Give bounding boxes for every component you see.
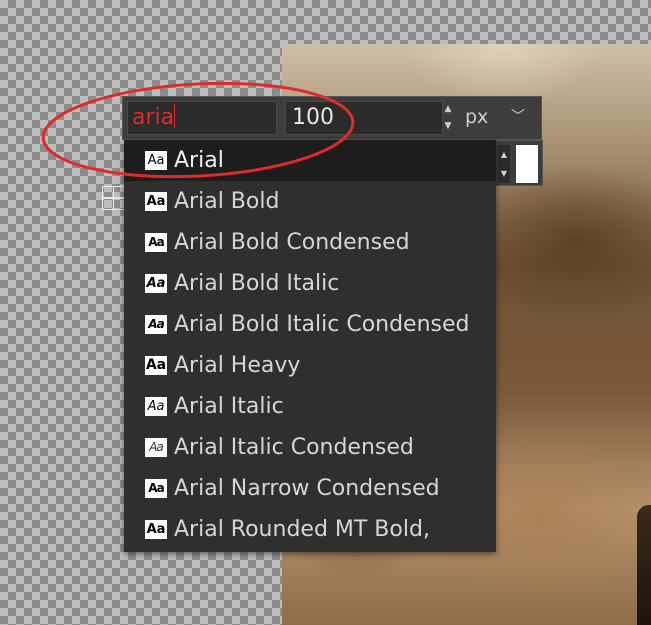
font-list-item-label: Arial Heavy: [174, 353, 301, 378]
font-name-value: aria: [132, 105, 175, 130]
size-spinner[interactable]: ▲ ▼: [441, 101, 455, 135]
font-preview-icon: Aa: [145, 356, 167, 375]
font-suggestion-dropdown: Aa Arial Aa Arial Bold Aa Arial Bold Condense…: [124, 140, 496, 552]
color-swatch-area: ▲ ▼: [495, 140, 543, 186]
up-triangle-icon[interactable]: ▲: [441, 101, 455, 118]
font-list-item[interactable]: Aa Arial Bold Condensed: [124, 222, 496, 263]
font-size-value: 100: [292, 105, 334, 130]
font-preview-icon: Aa: [145, 479, 167, 498]
font-list-item[interactable]: Aa Arial Heavy: [124, 345, 496, 386]
font-preview-icon: Aa: [145, 438, 167, 457]
text-color-swatch[interactable]: [516, 145, 538, 183]
text-tool-options-bar: aria 100 ▲ ▼ px ﹀: [122, 96, 542, 140]
unit-select[interactable]: px ﹀: [459, 101, 537, 135]
font-list-item[interactable]: Aa Arial Bold Italic: [124, 263, 496, 304]
font-preview-icon: Aa: [145, 233, 167, 252]
up-triangle-icon[interactable]: ▲: [498, 145, 510, 164]
font-list-item[interactable]: Aa Arial Italic: [124, 386, 496, 427]
font-list-item-label: Arial Bold Italic: [174, 271, 340, 296]
font-list-item-label: Arial Bold Italic Condensed: [174, 312, 470, 337]
down-triangle-icon[interactable]: ▼: [441, 118, 455, 135]
font-list-item-label: Arial Bold Condensed: [174, 230, 410, 255]
font-preview-icon: Aa: [145, 397, 167, 416]
font-list-item-label: Arial Italic Condensed: [174, 435, 414, 460]
text-caret: [174, 104, 176, 128]
font-list-item-label: Arial: [174, 148, 224, 173]
font-list-item-label: Arial Italic: [174, 394, 284, 419]
font-list-item[interactable]: Aa Arial Rounded MT Bold,: [124, 509, 496, 550]
font-list-item[interactable]: Aa Arial Italic Condensed: [124, 427, 496, 468]
font-preview-icon: Aa: [145, 192, 167, 211]
font-preview-icon: Aa: [145, 315, 167, 334]
font-preview-icon: Aa: [145, 520, 167, 539]
font-list-item[interactable]: Aa Arial Bold Italic Condensed: [124, 304, 496, 345]
font-list-item-label: Arial Rounded MT Bold,: [174, 517, 430, 542]
font-size-input[interactable]: 100: [285, 101, 443, 135]
glass-object: [637, 505, 651, 625]
font-name-input[interactable]: aria: [127, 101, 277, 135]
swatch-spinner[interactable]: ▲ ▼: [498, 145, 510, 183]
font-list-item-label: Arial Bold: [174, 189, 280, 214]
font-list-item-label: Arial Narrow Condensed: [174, 476, 440, 501]
font-preview-icon: Aa: [145, 151, 167, 170]
move-handle-icon[interactable]: [102, 186, 126, 212]
unit-value: px: [465, 106, 489, 128]
font-list-item[interactable]: Aa Arial Narrow Condensed: [124, 468, 496, 509]
font-list-item[interactable]: Aa Arial Bold: [124, 181, 496, 222]
chevron-down-icon: ﹀: [511, 109, 525, 125]
down-triangle-icon[interactable]: ▼: [498, 164, 510, 183]
font-preview-icon: Aa: [145, 274, 167, 293]
font-list-item[interactable]: Aa Arial: [124, 140, 496, 181]
